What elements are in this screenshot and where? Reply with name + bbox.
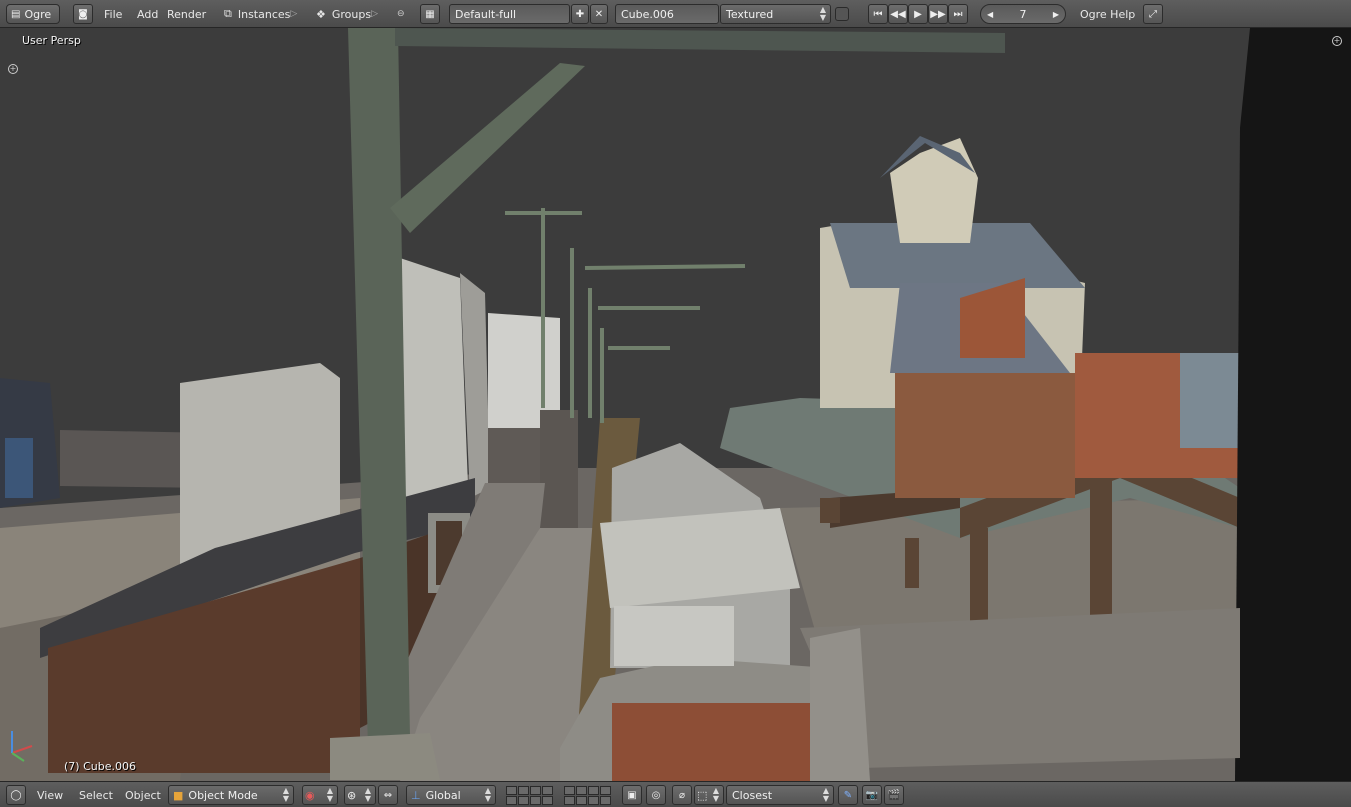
properties-toggle-icon[interactable]: + [1332,36,1342,46]
chevron-right-icon: ▷ [371,9,379,19]
orientation-label: Global [425,788,461,802]
chevron-left-icon: ◀ [987,9,994,19]
updown-arrows-icon: ▲ ▼ [819,5,826,22]
cube-icon: ■ [173,788,184,802]
snap-toggle-icon[interactable]: ⌀ [672,785,692,805]
engine-selector[interactable]: ▤ Ogre [6,4,60,24]
updown-arrows-icon: ▲ ▼ [822,786,829,803]
manipulator-toggle-icon[interactable]: ⇔ [378,785,398,805]
render-mode-label: Textured [726,7,774,21]
scene-object-name: Cube.006 [621,7,674,21]
editor-type-icon[interactable]: ◙ [73,4,93,24]
layer-buttons-right[interactable] [564,785,614,805]
fast-forward-icon[interactable]: ▶▶ [928,4,948,24]
frame-field[interactable]: ◀ 7 ▶ [980,4,1066,24]
menu-select[interactable]: Select [79,789,113,802]
updown-arrows-icon: ▲ ▼ [484,786,491,803]
screen-layout-name: Default-full [455,7,517,21]
updown-arrows-icon: ▲ ▼ [282,786,289,803]
mode-label: Object Mode [188,788,258,802]
render-engine-icon: ▤ [11,8,21,20]
engine-selector-label: Ogre [24,7,52,21]
snap-target-label: Closest [732,788,773,802]
close-screen-icon[interactable]: ✕ [590,4,608,24]
add-screen-icon[interactable]: ✚ [571,4,589,24]
menu-file[interactable]: File [104,8,122,21]
scene-object-field[interactable]: Cube.006 [615,4,719,24]
shading-icon: ◉ [305,788,315,802]
render-image-icon[interactable]: 📷 [862,785,882,805]
jump-end-icon[interactable]: ⏭ [948,4,968,24]
viewport-header: ◯ View Select Object ■ Object Mode ▲ ▼ ◉ … [0,781,1351,807]
instances-icon: ⧉ [224,7,232,20]
mode-select[interactable]: ■ Object Mode ▲ ▼ [168,785,294,805]
editor-type-icon[interactable]: ◯ [6,785,26,805]
render-mode-select[interactable]: Textured ▲ ▼ [720,4,831,24]
shading-select[interactable]: ◉ ▲ ▼ [302,785,338,805]
3d-viewport[interactable]: User Persp + + (7) Cube.006 [0,28,1351,781]
chevron-right-icon: ▷ [290,9,298,19]
menu-add[interactable]: Add [137,8,158,21]
updown-arrows-icon: ▲ ▼ [364,786,371,803]
toolshelf-toggle-icon[interactable]: + [8,64,18,74]
ogre-help-link[interactable]: Ogre Help [1080,8,1135,21]
align-rotation-icon[interactable]: ✎ [838,785,858,805]
chevron-right-icon: ▶ [1052,9,1059,19]
render-layer-icon[interactable]: ▣ [622,785,642,805]
collapse-icon[interactable]: ⊖ [397,9,405,19]
updown-arrows-icon: ▲ ▼ [326,786,333,803]
frame-number: 7 [1019,7,1027,21]
menu-instances[interactable]: Instances [238,8,291,21]
pivot-select[interactable]: ⊛ ▲ ▼ [344,785,376,805]
axis-icon: ⊥ [411,788,421,802]
render-animation-icon[interactable]: 🎬 [884,785,904,805]
jump-start-icon[interactable]: ⏮ [868,4,888,24]
snap-element-icon: ⬚ [697,788,708,802]
selected-object-label: (7) Cube.006 [64,760,136,773]
snap-target-select[interactable]: Closest ▲ ▼ [726,785,834,805]
screen-layout-field[interactable]: Default-full [449,4,570,24]
menu-object[interactable]: Object [125,789,161,802]
rewind-icon[interactable]: ◀◀ [888,4,908,24]
orientation-select[interactable]: ⊥ Global ▲ ▼ [406,785,496,805]
layer-buttons-left[interactable] [506,785,556,805]
pivot-icon: ⊛ [347,788,357,802]
snap-element-select[interactable]: ⬚ ▲ ▼ [694,785,724,805]
play-icon[interactable]: ▶ [908,4,928,24]
menu-render[interactable]: Render [167,8,206,21]
menu-groups[interactable]: Groups [332,8,371,21]
screen-layout-icon[interactable]: ▦ [420,4,440,24]
view-name-label: User Persp [22,34,81,47]
updown-arrows-icon: ▲ ▼ [712,786,719,803]
proportional-edit-icon[interactable]: ◎ [646,785,666,805]
scene-render [0,28,1351,781]
groups-icon: ❖ [316,7,326,21]
toggle-checkbox[interactable] [835,7,849,21]
menu-view[interactable]: View [37,789,63,802]
info-header: ▤ Ogre ◙ File Add Render ⧉ Instances ▷ ❖… [0,0,1351,28]
fullscreen-icon[interactable]: ⤢ [1143,4,1163,24]
